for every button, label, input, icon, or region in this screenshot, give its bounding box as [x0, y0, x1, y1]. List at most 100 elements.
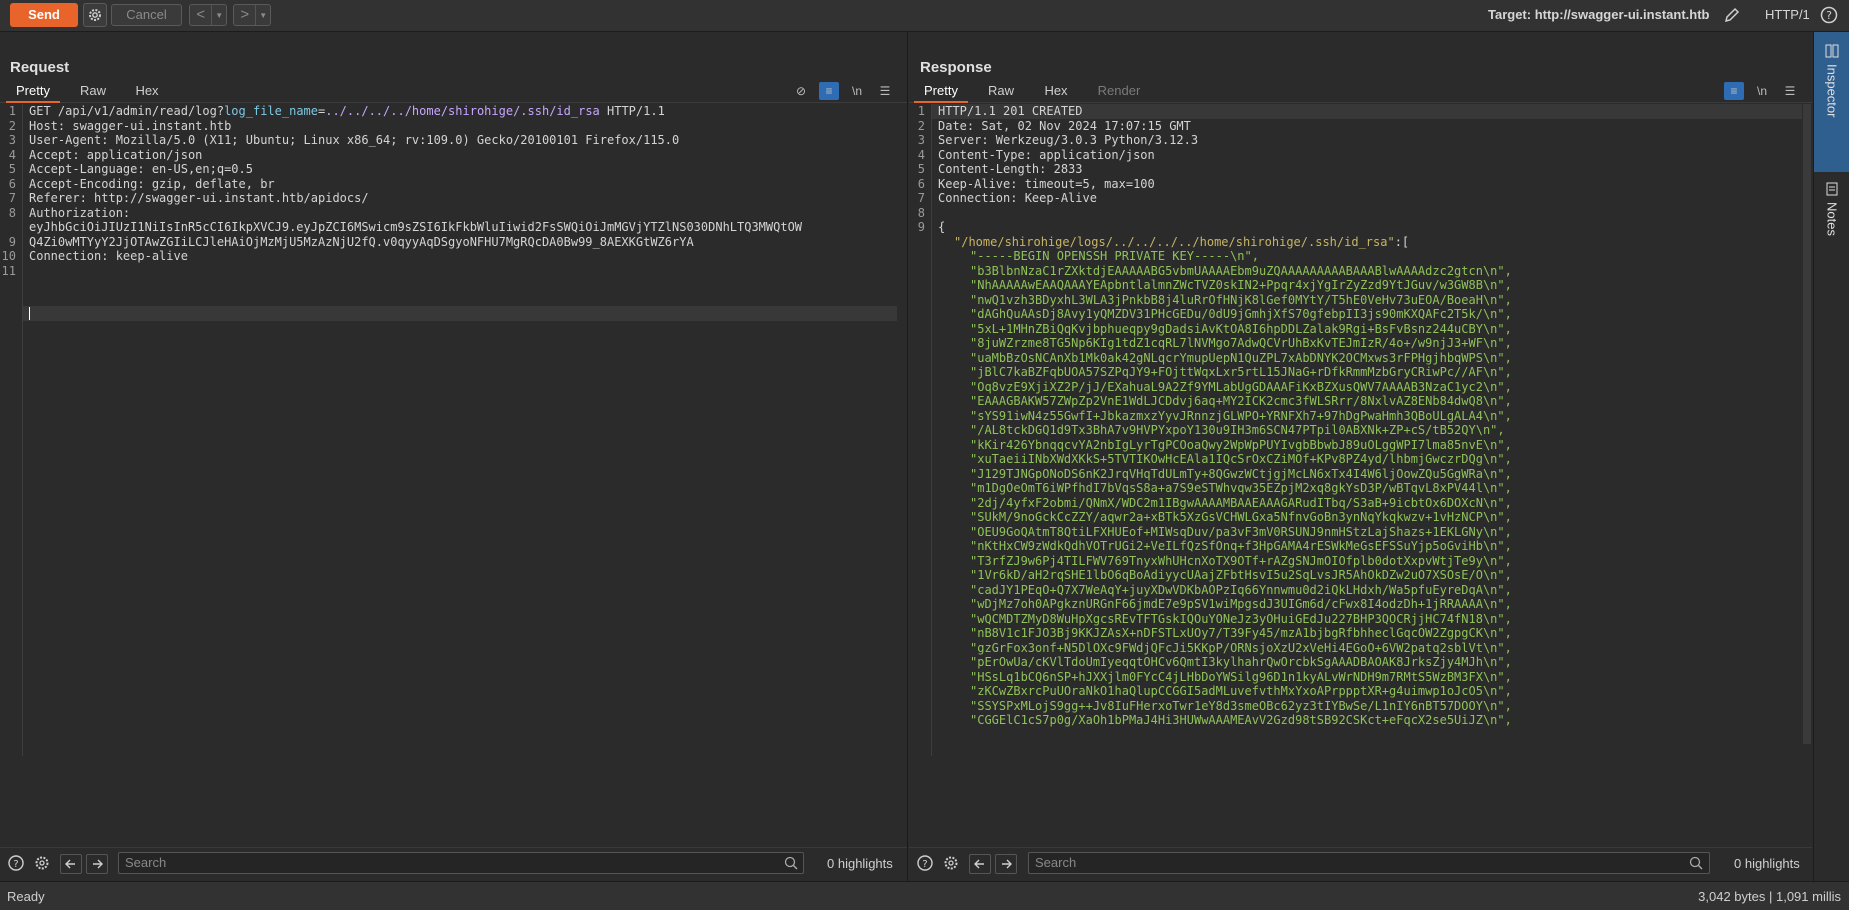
response-scrollbar[interactable]: [1803, 104, 1811, 744]
top-toolbar: Send Cancel < ▼ > ▼ Target: http://swagg…: [0, 0, 1849, 32]
request-highlight-count: 0 highlights: [827, 856, 893, 871]
http-version-toggle[interactable]: HTTP/1: [1765, 7, 1810, 22]
code-token: Accept-Language:: [29, 162, 152, 176]
code-line: {: [938, 220, 946, 234]
response-menu-button[interactable]: ☰: [1776, 82, 1804, 100]
json-string-line: "Oq8vzE9XjiXZ2P/jJ/EXahuaL9A2Zf9YMLabUgG…: [970, 379, 1512, 394]
arrow-left-icon: [65, 859, 75, 869]
code-line: Content-Type: application/json: [938, 147, 1155, 162]
response-search-input[interactable]: Search: [1028, 852, 1710, 874]
request-editor[interactable]: 1 GET /api/v1/admin/read/log?log_file_nam…: [0, 104, 907, 756]
inspector-tab-label: Inspector: [1824, 64, 1840, 118]
response-editor[interactable]: 1 HTTP/1.1 201 CREATED 2 Date: Sat, 02 Nov …: [909, 104, 1812, 756]
search-settings-button[interactable]: [34, 855, 50, 871]
search-icon: [1689, 856, 1705, 872]
json-string-line: "SUkM/9noGckCcZZY/aqwr2a+xBTk5XzGsVCHWLG…: [970, 510, 1512, 524]
back-button[interactable]: < ▼: [189, 4, 227, 26]
json-string-line: "wQCMDTZMyD8WuHpXgcsREvTFTGskIQOuYONeJz3…: [970, 611, 1512, 626]
arrow-right-icon: [93, 859, 103, 869]
forward-button[interactable]: > ▼: [233, 4, 271, 26]
edit-target-button[interactable]: [1723, 6, 1741, 27]
status-bar: Ready 3,042 bytes | 1,091 millis: [0, 881, 1849, 910]
next-match-button[interactable]: [86, 854, 108, 874]
request-scrollbar[interactable]: [898, 104, 906, 744]
chevron-left-icon: <: [190, 5, 213, 25]
next-match-button[interactable]: [995, 854, 1017, 874]
show-newlines-button[interactable]: \n: [843, 82, 871, 100]
gear-icon: [89, 9, 101, 21]
inspector-rail: Inspector Notes: [1813, 32, 1849, 881]
newline-icon: \n: [1756, 84, 1767, 98]
json-string-line: "2dj/4yfxF2obmi/QNmX/WDC2m1IBgwAAAAMBAAE…: [970, 495, 1512, 510]
help-icon: ?: [917, 855, 933, 871]
code-line: GET /api/v1/admin/read/log?log_file_name…: [29, 104, 665, 118]
tab-hex[interactable]: Hex: [122, 81, 172, 101]
tab-render[interactable]: Render: [1089, 81, 1149, 101]
show-newlines-button[interactable]: \n: [1748, 82, 1776, 100]
inspector-icon: [1825, 44, 1839, 58]
line-number: 6: [8, 176, 16, 191]
hide-nonprintable-button[interactable]: ⊘: [787, 82, 815, 100]
settings-button[interactable]: [83, 3, 107, 27]
code-token: User-Agent:: [29, 133, 116, 147]
response-panel: Response Pretty Raw Hex Render ≡ \n ☰ 1H…: [909, 32, 1812, 881]
line-number: 3: [8, 133, 16, 147]
wrap-lines-button[interactable]: ≡: [819, 82, 839, 100]
json-string-line: "T3rfZJ9w6Pj4TILFWV769TnyxWhUHcnXoTX9OTf…: [970, 553, 1512, 568]
hamburger-icon: ☰: [879, 84, 891, 98]
chevron-down-icon[interactable]: ▼: [256, 11, 270, 20]
cancel-button[interactable]: Cancel: [111, 4, 182, 26]
request-search-bar: ? Search 0 highlights: [0, 847, 907, 878]
status-text: Ready: [7, 889, 45, 904]
code-token: ../../../../home/shirohige/.ssh/id_rsa: [325, 104, 600, 118]
code-line: Connection: keep-alive: [29, 249, 188, 263]
line-number: 4: [8, 147, 16, 162]
code-token: Connection:: [29, 249, 116, 263]
request-search-input[interactable]: Search: [118, 852, 804, 874]
code-token: Q4Zi0wMTYyY2JjOTAwZGIiLCJleHAiOjMzMjU5Mz…: [29, 234, 694, 249]
line-number: 1: [8, 104, 16, 118]
notes-icon: [1826, 182, 1838, 196]
svg-text:?: ?: [13, 859, 18, 870]
inspector-tab[interactable]: Inspector: [1814, 32, 1849, 172]
notes-tab[interactable]: Notes: [1814, 182, 1849, 292]
line-number: 10: [1, 249, 16, 263]
previous-match-button[interactable]: [60, 854, 82, 874]
json-string-line: "5xL+1MHnZBiQqKvjbphueqpy9gDadsiAvKtOA8I…: [970, 321, 1512, 336]
json-string-line: "wDjMz7oh0APgkznURGnF66jmdE7e9pSV1wiMpgs…: [970, 597, 1512, 611]
line-number: 7: [8, 191, 16, 205]
help-button[interactable]: ?: [1820, 6, 1838, 27]
send-button[interactable]: Send: [10, 3, 78, 27]
code-token: GET: [29, 104, 58, 118]
search-settings-button[interactable]: [943, 855, 959, 871]
tab-pretty[interactable]: Pretty: [6, 81, 60, 103]
previous-match-button[interactable]: [969, 854, 991, 874]
chevron-down-icon[interactable]: ▼: [212, 11, 226, 20]
code-line: Connection: Keep-Alive: [938, 191, 1097, 205]
help-icon: ?: [8, 855, 24, 871]
json-string-line: "J129TJNGpONoDS6nK2JrqVHqTdULmTy+8QGwzWC…: [970, 466, 1512, 481]
line-number: 11: [1, 263, 16, 278]
tab-raw[interactable]: Raw: [976, 81, 1026, 101]
code-line: Authorization:: [29, 206, 137, 220]
help-button[interactable]: ?: [917, 855, 933, 871]
gear-icon: [944, 856, 958, 870]
json-string-line: "nB8V1c1FJO3Bj9KKJZAsX+nDFSTLxUOy7/T39Fy…: [970, 626, 1512, 640]
help-button[interactable]: ?: [8, 855, 24, 871]
gear-icon: [35, 856, 49, 870]
request-menu-button[interactable]: ☰: [871, 82, 899, 100]
tab-pretty[interactable]: Pretty: [914, 81, 968, 103]
tab-hex[interactable]: Hex: [1031, 81, 1081, 101]
tab-raw[interactable]: Raw: [68, 81, 118, 101]
json-string-line: "b3BlbnNzaC1rZXktdjEAAAAABG5vbmUAAAAEbm9…: [970, 263, 1512, 278]
response-tabs: Pretty Raw Hex Render ≡ \n ☰: [909, 81, 1812, 103]
code-token: /api/v1/admin/read/log?: [57, 104, 225, 118]
line-number: 5: [8, 162, 16, 176]
json-string-line: "CGGElC1cS7p0g/XaOh1bPMaJ4Hi3HUWwAAAMEAv…: [970, 713, 1512, 727]
json-string-line: "zKCwZBxrcPuUOraNkO1haQlupCCGGI5adMLuvef…: [970, 684, 1512, 698]
request-editor-options: ⊘ ≡ \n ☰: [787, 81, 899, 101]
wrap-lines-button[interactable]: ≡: [1724, 82, 1744, 100]
code-token: Referer:: [29, 191, 95, 205]
json-string-line: "gzGrFox3onf+N5DlOXc9FWdjQFcJi5KKpP/ORNs…: [970, 640, 1512, 655]
json-punct: :[: [1394, 234, 1410, 249]
